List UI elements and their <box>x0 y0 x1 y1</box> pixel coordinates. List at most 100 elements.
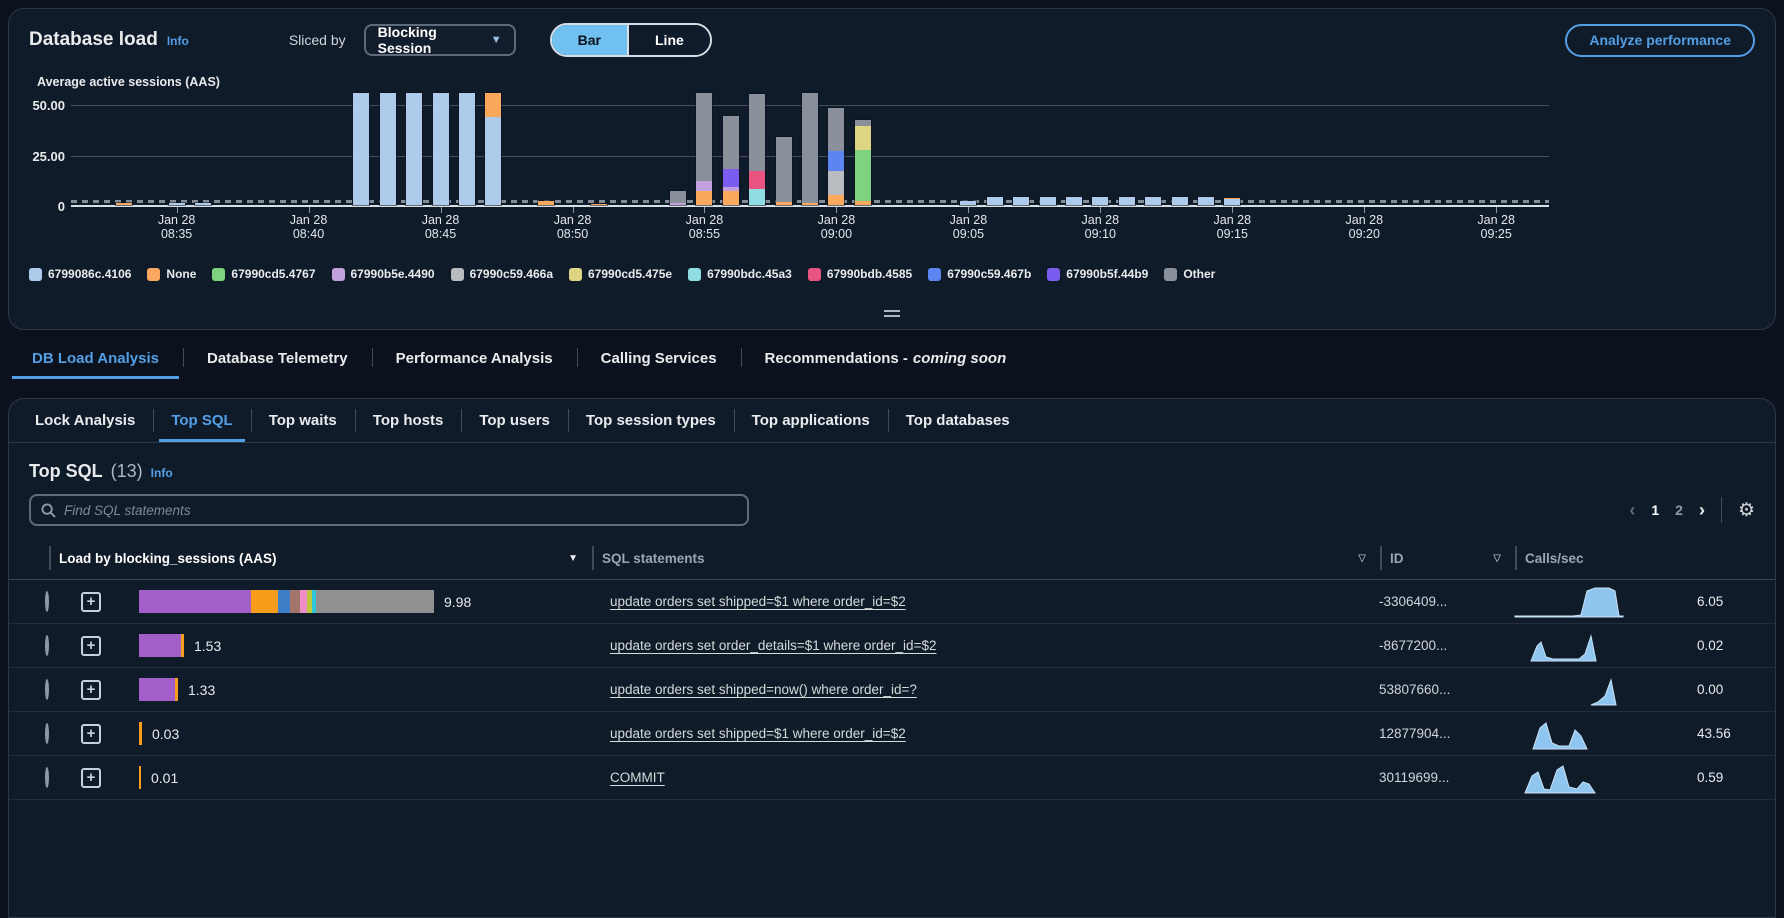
toggle-bar-option[interactable]: Bar <box>552 25 629 55</box>
chart-bar[interactable] <box>1119 197 1135 205</box>
sort-icon[interactable]: ▽ <box>1493 553 1501 564</box>
chart-bar[interactable] <box>1224 198 1240 205</box>
toggle-line-option[interactable]: Line <box>629 25 710 55</box>
slice-dropdown[interactable]: Blocking Session ▼ <box>364 24 516 56</box>
bar-segment <box>723 169 739 187</box>
legend-item[interactable]: 67990bdb.4585 <box>808 267 912 281</box>
chart-bar[interactable] <box>1013 197 1029 205</box>
legend-item[interactable]: 67990bdc.45a3 <box>688 267 792 281</box>
legend-item[interactable]: 6799086c.4106 <box>29 267 131 281</box>
page-prev-icon[interactable]: ‹ <box>1629 500 1635 521</box>
spark-cell <box>1485 584 1685 620</box>
sql-statement-link[interactable]: COMMIT <box>610 770 665 785</box>
tab-performance-analysis[interactable]: Performance Analysis <box>372 340 577 379</box>
chart-bar[interactable] <box>723 116 739 205</box>
chart-bar[interactable] <box>1066 197 1082 205</box>
expand-row-icon[interactable]: + <box>81 592 101 612</box>
legend-item[interactable]: Other <box>1164 267 1215 281</box>
chart-bar[interactable] <box>591 204 607 205</box>
chart-bar[interactable] <box>538 201 554 205</box>
table-row: +0.03update orders set shipped=$1 where … <box>9 712 1775 756</box>
chart-bar[interactable] <box>1172 197 1188 205</box>
chart-bar[interactable] <box>670 191 686 205</box>
legend-item[interactable]: 67990cd5.4767 <box>212 267 315 281</box>
row-radio-button[interactable] <box>45 591 49 612</box>
chart-bar[interactable] <box>459 93 475 205</box>
database-load-info-link[interactable]: Info <box>167 34 189 48</box>
sort-icon[interactable]: ▽ <box>1358 553 1366 564</box>
bar-segment <box>802 93 818 203</box>
load-bar-segment <box>278 590 290 613</box>
tab-calling-services[interactable]: Calling Services <box>577 340 741 379</box>
chart-bar[interactable] <box>960 201 976 205</box>
row-radio-button[interactable] <box>45 723 49 744</box>
chart-bar[interactable] <box>1198 197 1214 205</box>
chart-bar[interactable] <box>802 93 818 205</box>
gear-icon[interactable]: ⚙ <box>1738 499 1755 522</box>
chart-bar[interactable] <box>749 94 765 205</box>
page-number-2[interactable]: 2 <box>1675 502 1683 518</box>
expand-row-icon[interactable]: + <box>81 724 101 744</box>
chart-bar[interactable] <box>828 108 844 205</box>
chart-bar[interactable] <box>169 203 185 205</box>
legend-item[interactable]: 67990cd5.475e <box>569 267 672 281</box>
row-radio-button[interactable] <box>45 679 49 700</box>
subtab-top-sql[interactable]: Top SQL <box>153 399 250 442</box>
subtab-top-databases[interactable]: Top databases <box>888 399 1028 442</box>
chart-bar[interactable] <box>1092 197 1108 205</box>
subtab-top-session-types[interactable]: Top session types <box>568 399 734 442</box>
load-bar <box>139 634 184 657</box>
legend-label: 67990b5e.4490 <box>351 267 435 281</box>
radio-cell <box>9 769 81 787</box>
chart-bar[interactable] <box>855 120 871 205</box>
calls-sparkline <box>1485 628 1655 664</box>
analyze-performance-button[interactable]: Analyze performance <box>1565 24 1755 57</box>
chart-bar[interactable] <box>353 93 369 205</box>
column-load[interactable]: Load by blocking_sessions (AAS) ▼ <box>49 546 594 570</box>
sql-statement-link[interactable]: update orders set shipped=$1 where order… <box>610 594 906 609</box>
chart-bar[interactable] <box>987 197 1003 205</box>
expand-row-icon[interactable]: + <box>81 680 101 700</box>
row-radio-button[interactable] <box>45 767 49 788</box>
sql-statement-link[interactable]: update orders set shipped=now() where or… <box>610 682 917 697</box>
subtab-top-waits[interactable]: Top waits <box>251 399 355 442</box>
chart-bar[interactable] <box>696 93 712 205</box>
sql-statement-link[interactable]: update orders set order_details=$1 where… <box>610 638 936 653</box>
chart-bar[interactable] <box>406 93 422 205</box>
chart-bar[interactable] <box>433 93 449 205</box>
legend-item[interactable]: 67990b5f.44b9 <box>1047 267 1148 281</box>
sort-desc-icon[interactable]: ▼ <box>568 553 578 564</box>
chart-bar[interactable] <box>1040 197 1056 205</box>
chart-bar[interactable] <box>195 203 211 205</box>
legend-label: None <box>166 267 196 281</box>
tab-database-telemetry[interactable]: Database Telemetry <box>183 340 372 379</box>
chart-bar[interactable] <box>485 93 501 205</box>
chart-bar[interactable] <box>380 93 396 205</box>
row-radio-button[interactable] <box>45 635 49 656</box>
legend-item[interactable]: 67990c59.467b <box>928 267 1031 281</box>
legend-item[interactable]: 67990c59.466a <box>451 267 553 281</box>
top-sql-info-link[interactable]: Info <box>151 466 173 480</box>
page-number-1[interactable]: 1 <box>1651 502 1659 518</box>
chart-bar[interactable] <box>776 137 792 205</box>
page-next-icon[interactable]: › <box>1699 500 1705 521</box>
column-id[interactable]: ID ▽ <box>1382 546 1517 570</box>
chart-bar[interactable] <box>1145 197 1161 205</box>
subtab-top-users[interactable]: Top users <box>461 399 568 442</box>
tab-recommendations[interactable]: Recommendations -coming soon <box>741 340 1031 379</box>
expand-row-icon[interactable]: + <box>81 768 101 788</box>
x-tick-label: Jan 2809:15 <box>1214 213 1252 241</box>
sql-statement-link[interactable]: update orders set shipped=$1 where order… <box>610 726 906 741</box>
expand-row-icon[interactable]: + <box>81 636 101 656</box>
column-sql[interactable]: SQL statements ▽ <box>594 546 1382 570</box>
tab-db-load-analysis[interactable]: DB Load Analysis <box>8 340 183 379</box>
subtab-top-applications[interactable]: Top applications <box>734 399 888 442</box>
legend-item[interactable]: 67990b5e.4490 <box>332 267 435 281</box>
chart-bar[interactable] <box>116 203 132 205</box>
search-input[interactable] <box>64 503 737 518</box>
subtab-lock-analysis[interactable]: Lock Analysis <box>17 399 153 442</box>
subtab-top-hosts[interactable]: Top hosts <box>355 399 462 442</box>
legend-item[interactable]: None <box>147 267 196 281</box>
x-tick-label: Jan 2808:40 <box>290 213 328 241</box>
resize-handle-icon[interactable] <box>884 307 900 320</box>
